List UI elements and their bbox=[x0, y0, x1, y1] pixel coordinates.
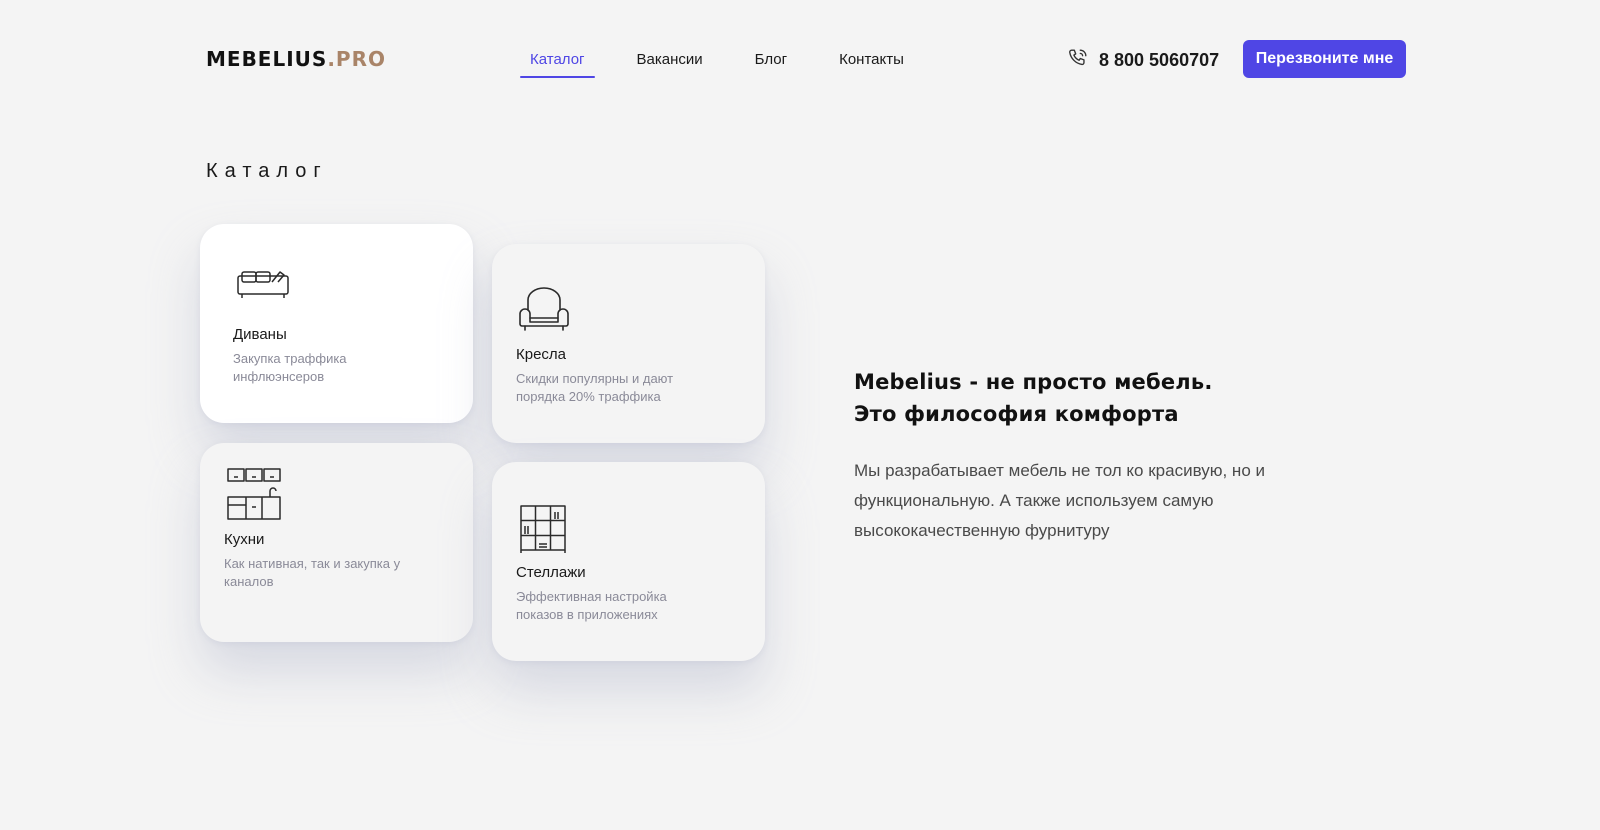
logo-main: MEBELIUS bbox=[206, 47, 328, 71]
card-description: Скидки популярны и дают порядка 20% траф… bbox=[516, 371, 674, 404]
about-title-line1: Mebelius - не просто мебель. bbox=[854, 370, 1213, 394]
catalog-card-sofas[interactable]: Диваны Закупка траффика инфлюэнсеров bbox=[200, 224, 473, 423]
card-description: Закупка траффика инфлюэнсеров bbox=[233, 351, 347, 384]
catalog-card-kitchens[interactable]: Кухни Как нативная, так и закупка у кана… bbox=[200, 443, 473, 642]
phone-icon bbox=[1067, 47, 1089, 74]
card-name: Стеллажи bbox=[516, 564, 586, 581]
catalog-card-armchairs[interactable]: Кресла Скидки популярны и дают порядка 2… bbox=[492, 244, 765, 443]
nav-item-vacancies[interactable]: Вакансии bbox=[627, 48, 713, 78]
callback-button[interactable]: Перезвоните мне bbox=[1243, 40, 1406, 78]
phone-number: 8 800 5060707 bbox=[1099, 50, 1220, 70]
logo-accent: .PRO bbox=[327, 47, 386, 71]
catalog-card-shelving[interactable]: Стеллажи Эффективная настройка показов в… bbox=[492, 462, 765, 661]
about-title: Mebelius - не просто мебель. Это философ… bbox=[854, 366, 1213, 430]
main-nav: Каталог Вакансии Блог Контакты bbox=[520, 48, 946, 78]
nav-item-catalog[interactable]: Каталог bbox=[520, 48, 595, 78]
sofa-icon bbox=[236, 264, 290, 305]
phone-contact[interactable]: 8 800 5060707 bbox=[1067, 47, 1219, 74]
about-title-line2: Это философия комфорта bbox=[854, 402, 1179, 426]
card-description: Как нативная, так и закупка у каналов bbox=[224, 556, 401, 589]
site-header: MEBELIUS.PRO Каталог Вакансии Блог Конта… bbox=[0, 0, 1600, 120]
nav-item-blog[interactable]: Блог bbox=[745, 48, 797, 78]
card-description: Эффективная настройка показов в приложен… bbox=[516, 589, 667, 622]
nav-item-contacts[interactable]: Контакты bbox=[829, 48, 914, 78]
about-text: Мы разрабатывает мебель не тол ко красив… bbox=[854, 461, 1265, 540]
shelving-icon bbox=[519, 504, 567, 559]
catalog-title: Каталог bbox=[206, 160, 328, 182]
card-name: Кресла bbox=[516, 346, 567, 363]
armchair-icon bbox=[516, 284, 572, 339]
card-name: Кухни bbox=[224, 531, 265, 548]
logo[interactable]: MEBELIUS.PRO bbox=[206, 47, 386, 71]
kitchen-icon bbox=[226, 467, 282, 526]
card-name: Диваны bbox=[233, 326, 287, 343]
